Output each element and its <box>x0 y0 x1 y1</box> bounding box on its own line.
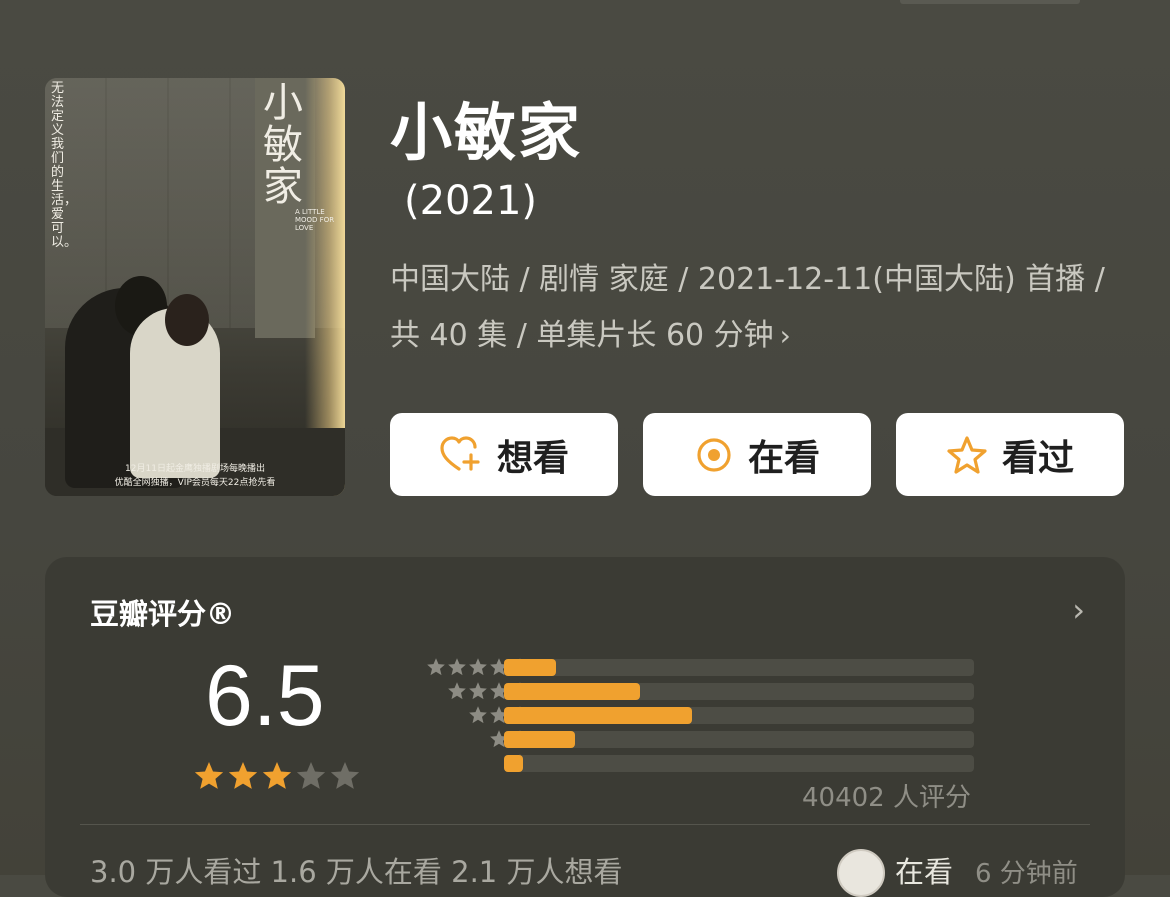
poster-bottom-line-1: 12月11日起金鹰独播剧场每晚播出 <box>125 464 265 474</box>
audience-stats: 3.0 万人看过 1.6 万人在看 2.1 万人想看 <box>90 855 623 889</box>
watched-button[interactable]: 看过 <box>896 413 1124 496</box>
rating-bar-track <box>504 707 974 724</box>
rating-title: 豆瓣评分® <box>90 597 236 631</box>
top-sliver <box>900 0 1080 4</box>
rating-bar-fill <box>504 755 523 772</box>
avatar[interactable] <box>837 849 885 897</box>
rating-bar-fill <box>504 731 575 748</box>
target-icon <box>697 437 731 472</box>
star-filled-icon <box>194 762 224 789</box>
rating-card[interactable]: 豆瓣评分® › 6.5 40402 人评分 3.0 万人看过 1.6 万人在看 … <box>45 557 1125 897</box>
rating-stars <box>193 760 361 792</box>
rating-bar-track <box>504 659 974 676</box>
friend-status-time: 6 分钟前 <box>975 859 1078 889</box>
poster-bottom-text: 12月11日起金鹰独播剧场每晚播出 优酷全网独播，VIP会员每天22点抢先看 <box>45 462 345 490</box>
watching-label: 在看 <box>747 437 820 479</box>
rating-score: 6.5 <box>205 648 325 744</box>
show-year: (2021) <box>404 178 538 224</box>
star-empty-icon <box>296 762 326 789</box>
poster-bottom-line-2: 优酷全网独播，VIP会员每天22点抢先看 <box>114 478 276 488</box>
poster-image[interactable]: 无法定义我们的生活，爱可以。 小敏家 A LITTLE MOOD FOR LOV… <box>45 78 345 496</box>
star-small-icon <box>448 658 466 676</box>
heart-plus-icon <box>440 435 480 471</box>
show-meta-text: 中国大陆 / 剧情 家庭 / 2021-12-11(中国大陆) 首播 / 共 4… <box>390 262 1105 353</box>
chevron-right-icon[interactable]: › <box>1072 591 1085 629</box>
star-small-icon <box>469 682 487 700</box>
want-to-watch-button[interactable]: 想看 <box>390 413 618 496</box>
poster-figure-woman-head <box>165 294 209 346</box>
rating-bar-track <box>504 755 974 772</box>
rating-bar-fill <box>504 683 640 700</box>
want-to-watch-label: 想看 <box>496 437 569 479</box>
star-small-icon <box>427 658 445 676</box>
star-small-icon <box>469 706 487 724</box>
star-filled-icon <box>262 762 292 789</box>
star-small-icon <box>448 682 466 700</box>
rating-bar-track <box>504 683 974 700</box>
rating-row-3-star <box>385 705 985 725</box>
rating-row-5-star <box>385 657 985 677</box>
star-empty-icon <box>330 762 360 789</box>
rating-bar-fill <box>504 659 556 676</box>
chevron-right-icon: › <box>779 319 791 352</box>
star-small-icon <box>469 658 487 676</box>
poster-title: 小敏家 <box>263 80 303 210</box>
rating-row-1-star <box>385 753 985 773</box>
show-meta[interactable]: 中国大陆 / 剧情 家庭 / 2021-12-11(中国大陆) 首播 / 共 4… <box>390 252 1120 364</box>
star-outline-icon <box>947 435 987 474</box>
show-title: 小敏家 <box>390 96 583 169</box>
rating-bar-track <box>504 731 974 748</box>
rating-bar-fill <box>504 707 692 724</box>
friend-status: 在看 <box>895 855 954 889</box>
poster-subtitle: A LITTLE MOOD FOR LOVE <box>295 208 335 232</box>
watched-label: 看过 <box>1001 437 1074 479</box>
rating-row-4-star <box>385 681 985 701</box>
star-filled-icon <box>228 762 258 789</box>
watching-button[interactable]: 在看 <box>643 413 871 496</box>
divider <box>80 824 1090 825</box>
rating-row-2-star <box>385 729 985 749</box>
poster-vertical-text: 无法定义我们的生活，爱可以。 <box>51 81 78 250</box>
rating-count: 40402 人评分 <box>802 783 971 813</box>
